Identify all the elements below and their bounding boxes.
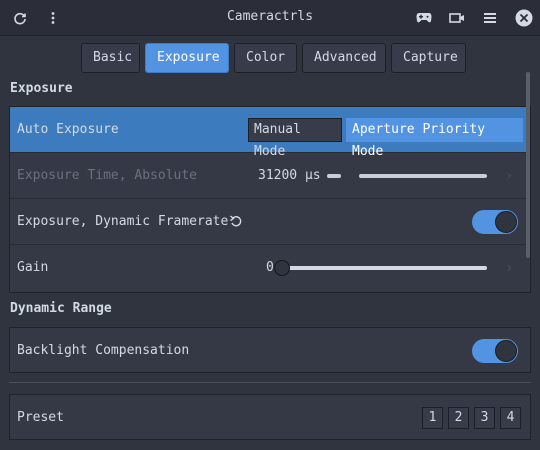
exposure-time-label: Exposure Time, Absolute [17, 168, 198, 183]
close-icon[interactable] [512, 6, 536, 30]
auto-exposure-label: Auto Exposure [17, 122, 119, 137]
gain-label: Gain [17, 260, 49, 275]
gain-slider-knob[interactable] [274, 260, 290, 276]
exposure-time-slider-left [327, 174, 341, 178]
dynamic-framerate-label: Exposure, Dynamic Framerate [17, 214, 229, 229]
gain-value: 0 [266, 260, 274, 275]
tab-bar: Basic Exposure Color Advanced Capture [81, 43, 466, 73]
separator [9, 382, 531, 383]
dynamic-range-frame: Backlight Compensation [9, 327, 531, 373]
backlight-row: Backlight Compensation [10, 328, 530, 374]
exposure-time-value: 31200 µs [258, 168, 321, 183]
gain-row: Gain 0 › [10, 245, 530, 291]
chevron-right-icon: › [505, 168, 514, 184]
aperture-priority-mode-button[interactable]: Aperture Priority Mode [346, 118, 523, 159]
gamepad-icon[interactable] [412, 6, 436, 30]
undo-icon[interactable] [229, 214, 245, 230]
chevron-right-icon: › [505, 260, 514, 276]
preset-button-3[interactable]: 3 [474, 407, 495, 429]
section-title-exposure: Exposure [10, 81, 73, 96]
dynamic-framerate-row: Exposure, Dynamic Framerate [10, 199, 530, 245]
tab-capture[interactable]: Capture [391, 43, 466, 73]
section-title-dynamic-range: Dynamic Range [10, 301, 112, 316]
vertical-dots-icon[interactable] [41, 6, 65, 30]
refresh-icon[interactable] [8, 6, 32, 30]
exposure-time-row: Exposure Time, Absolute 31200 µs › [10, 153, 530, 199]
exposure-time-slider[interactable] [359, 174, 487, 178]
preset-button-1[interactable]: 1 [422, 407, 443, 429]
auto-exposure-row: Auto Exposure Manual Mode Aperture Prior… [10, 107, 530, 159]
scrollbar[interactable] [526, 72, 530, 258]
backlight-switch[interactable] [472, 339, 518, 363]
tab-color[interactable]: Color [234, 43, 297, 73]
preset-button-4[interactable]: 4 [500, 407, 521, 429]
preset-button-2[interactable]: 2 [448, 407, 469, 429]
tab-exposure[interactable]: Exposure [145, 43, 229, 73]
manual-mode-button[interactable]: Manual Mode [248, 118, 342, 159]
gain-slider[interactable] [284, 266, 487, 270]
preset-label: Preset [17, 410, 64, 425]
video-camera-icon[interactable] [445, 6, 469, 30]
tab-advanced[interactable]: Advanced [302, 43, 386, 73]
backlight-label: Backlight Compensation [17, 343, 190, 358]
dynamic-framerate-switch[interactable] [472, 210, 518, 234]
hamburger-menu-icon[interactable] [478, 6, 502, 30]
header-bar: Cameractrls [0, 0, 540, 36]
tab-basic[interactable]: Basic [81, 43, 140, 73]
preset-frame: Preset 1 2 3 4 [9, 394, 531, 440]
preset-row: Preset 1 2 3 4 [10, 395, 530, 441]
exposure-frame: Auto Exposure Manual Mode Aperture Prior… [9, 106, 531, 293]
